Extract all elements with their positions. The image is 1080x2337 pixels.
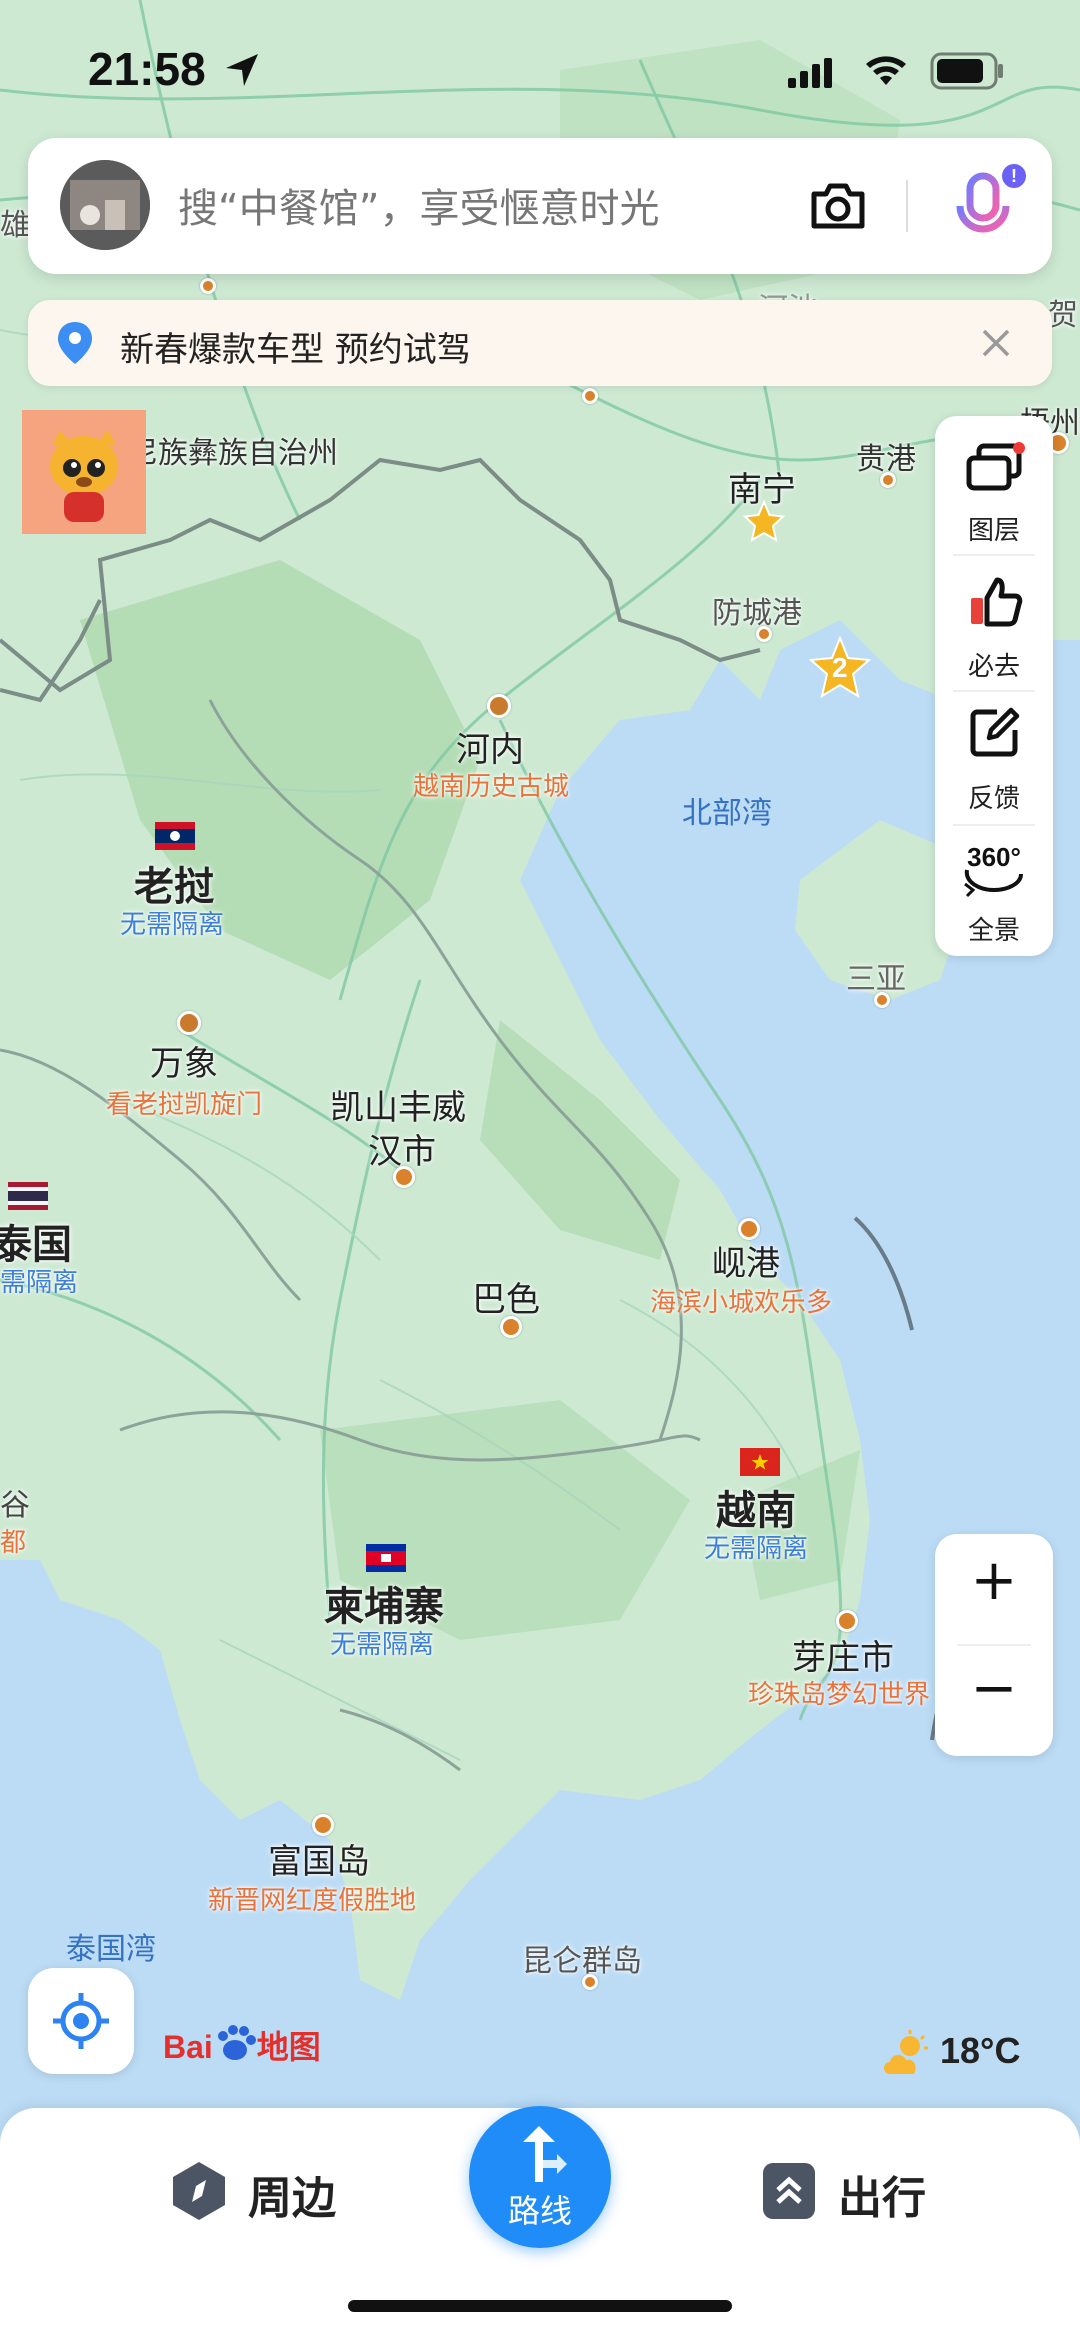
close-icon[interactable] xyxy=(978,325,1014,361)
nearby-label: 周边 xyxy=(248,2173,336,2224)
crosshair-icon xyxy=(53,1993,109,2049)
panorama-360-icon: 360° xyxy=(964,842,1023,898)
map-dot-condao xyxy=(582,1974,598,1990)
zoom-in-button[interactable]: + xyxy=(935,1548,1053,1613)
map-dot-guigang xyxy=(880,472,896,488)
map-dot-sanya xyxy=(874,992,890,1008)
camera-icon[interactable] xyxy=(808,178,868,234)
cellular-signal-icon xyxy=(788,58,832,88)
feedback-icon xyxy=(970,707,1020,757)
must-go-button[interactable]: 必去 xyxy=(935,564,1053,694)
partly-cloudy-icon xyxy=(884,2030,928,2074)
layers-label: 图层 xyxy=(967,516,1020,546)
map-label-hanoi-sub: 越南历史古城 xyxy=(413,772,570,802)
map-label-edge-left-3: 都 xyxy=(0,1528,27,1558)
thailand-flag-icon xyxy=(8,1182,48,1210)
map-label-hanoi[interactable]: 河内 xyxy=(456,722,524,771)
map-label-vietnam-tip: 无需隔离 xyxy=(704,1534,809,1564)
vietnam-flag-icon xyxy=(740,1448,780,1476)
map-dot-savannakhet xyxy=(393,1166,415,1188)
svg-text:!: ! xyxy=(1011,166,1017,186)
panorama-button[interactable]: 360° 全景 xyxy=(935,828,1053,958)
map-label-phuquoc[interactable]: 富国岛 xyxy=(268,1834,370,1883)
zoom-out-button[interactable]: − xyxy=(935,1656,1053,1721)
travel-label: 出行 xyxy=(838,2173,926,2224)
route-arrow-icon xyxy=(523,2126,567,2182)
logo-text-map: 地图 xyxy=(256,2028,321,2066)
map-label-vientiane-sub: 看老挝凯旋门 xyxy=(106,1090,263,1120)
status-bar: 21:58 xyxy=(0,0,1080,140)
map-label-danang-sub: 海滨小城欢乐多 xyxy=(650,1288,833,1318)
map-dot-nhatrang[interactable] xyxy=(836,1610,858,1632)
map-dot-north-1 xyxy=(200,278,216,294)
must-go-label: 必去 xyxy=(967,652,1020,682)
feedback-label: 反馈 xyxy=(967,784,1020,814)
thumbs-up-icon xyxy=(971,577,1023,627)
route-button[interactable]: 路线 xyxy=(469,2106,611,2248)
nanning-star-icon[interactable] xyxy=(742,500,786,544)
route-label: 路线 xyxy=(507,2192,572,2230)
map-label-edge-left: 雄 xyxy=(0,208,30,243)
location-arrow-icon xyxy=(226,54,258,86)
map-tools-panel: 图层 必去 反馈 360° 全景 xyxy=(935,416,1053,956)
map-dot-fangchenggang xyxy=(756,626,772,642)
map-label-nhatrang[interactable]: 芽庄市 xyxy=(792,1630,894,1679)
laos-flag-icon xyxy=(155,822,195,850)
logo-text-bai: Bai xyxy=(163,2029,213,2065)
weather-temperature: 18°C xyxy=(940,2030,1021,2071)
map-label-danang[interactable]: 岘港 xyxy=(712,1236,780,1285)
map-dot-pakse xyxy=(500,1316,522,1338)
map-label-sanya[interactable]: 三亚 xyxy=(846,954,906,998)
map-dot-north-2 xyxy=(582,388,598,404)
promo-banner[interactable]: 新春爆款车型 预约试驾 xyxy=(28,300,1052,386)
map-label-thailand-tip: 需隔离 xyxy=(0,1268,79,1298)
battery-icon xyxy=(930,52,1003,90)
baidu-map-logo: Bai 地图 xyxy=(163,2022,321,2068)
mascot-badge[interactable] xyxy=(22,410,146,534)
map-label-fangchenggang[interactable]: 防城港 xyxy=(712,588,802,632)
svg-text:360°: 360° xyxy=(967,842,1021,872)
map-label-laos-tip: 无需隔离 xyxy=(120,910,225,940)
map-label-edge-right: 贺 xyxy=(1048,298,1078,333)
divider xyxy=(953,690,1035,692)
compass-icon xyxy=(173,2162,225,2220)
search-input[interactable]: 搜“中餐馆”，享受惬意时光 xyxy=(178,176,659,234)
divider xyxy=(953,554,1035,556)
promo-text: 新春爆款车型 预约试驾 xyxy=(120,330,471,370)
map-label-edge-left-2: 谷 xyxy=(0,1488,30,1523)
feedback-button[interactable]: 反馈 xyxy=(935,696,1053,826)
divider xyxy=(906,180,908,232)
map-label-vientiane[interactable]: 万象 xyxy=(150,1036,218,1085)
wifi-icon xyxy=(866,56,906,85)
map-label-condao[interactable]: 昆仑群岛 xyxy=(522,1936,642,1980)
cluster-count: 2 xyxy=(832,652,848,683)
map-label-thai-gulf: 泰国湾 xyxy=(66,1932,156,1967)
paw-icon xyxy=(217,2025,256,2060)
voice-mic-icon[interactable]: ! xyxy=(938,162,1028,252)
map-dot-phuquoc[interactable] xyxy=(312,1814,334,1836)
map-label-phuquoc-sub: 新晋网红度假胜地 xyxy=(208,1886,417,1916)
locate-me-button[interactable] xyxy=(28,1968,134,2074)
map-dot-hanoi[interactable] xyxy=(487,694,511,718)
travel-icon xyxy=(763,2163,815,2219)
map-dot-vientiane[interactable] xyxy=(177,1011,201,1035)
layers-icon xyxy=(966,442,1025,491)
zoom-control: + − xyxy=(935,1534,1053,1756)
user-avatar[interactable] xyxy=(60,160,150,250)
status-time: 21:58 xyxy=(88,43,206,95)
cambodia-flag-icon xyxy=(366,1544,406,1572)
map-label-prefecture: 尼族彝族自治州 xyxy=(128,436,338,471)
divider xyxy=(953,824,1035,826)
home-indicator xyxy=(348,2300,732,2312)
map-label-pakse[interactable]: 巴色 xyxy=(472,1272,540,1321)
layers-button[interactable]: 图层 xyxy=(935,428,1053,558)
map-label-tonkin-gulf: 北部湾 xyxy=(682,796,772,831)
search-bar[interactable]: 搜“中餐馆”，享受惬意时光 ! xyxy=(28,138,1052,274)
map-label-savannakhet-1[interactable]: 凯山丰威 xyxy=(330,1080,466,1129)
map-label-nhatrang-sub: 珍珠岛梦幻世界 xyxy=(748,1680,931,1710)
location-pin-icon xyxy=(58,322,92,364)
map-label-cambodia-tip: 无需隔离 xyxy=(330,1630,435,1660)
divider xyxy=(957,1644,1031,1646)
panorama-label: 全景 xyxy=(967,916,1020,946)
